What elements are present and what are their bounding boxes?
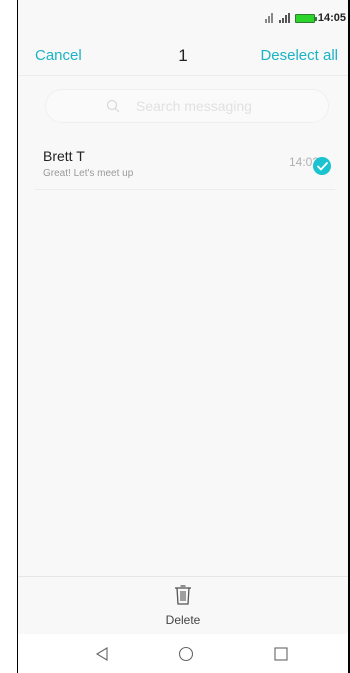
search-icon [106,99,120,113]
selected-check-icon[interactable] [313,157,331,175]
recents-icon[interactable] [273,646,289,662]
battery-icon [294,13,317,23]
delete-button[interactable]: Delete [148,585,218,633]
status-time: 14:05 [317,12,346,24]
signal-1-icon [264,13,275,23]
trash-icon [175,585,191,605]
home-icon[interactable] [178,646,194,662]
device-frame: 14:05 Cancel 1 Deselect all Brett T Grea… [0,0,350,673]
cancel-button[interactable]: Cancel [35,47,82,64]
search-bar[interactable] [45,89,329,123]
delete-label: Delete [165,613,201,627]
contact-name: Brett T [43,148,85,164]
selection-header: Cancel 1 Deselect all [18,36,348,76]
search-input[interactable] [134,97,268,115]
messaging-screen: 14:05 Cancel 1 Deselect all Brett T Grea… [18,0,348,673]
navigation-bar [18,634,348,673]
conversation-row[interactable]: Brett T Great! Let's meet up 14:02 [35,138,335,190]
deselect-all-button[interactable]: Deselect all [260,47,338,64]
message-preview: Great! Let's meet up [43,168,134,179]
status-bar: 14:05 [18,0,348,36]
signal-2-icon [278,13,291,23]
action-bar: Delete [18,576,348,635]
back-icon[interactable] [94,646,110,662]
